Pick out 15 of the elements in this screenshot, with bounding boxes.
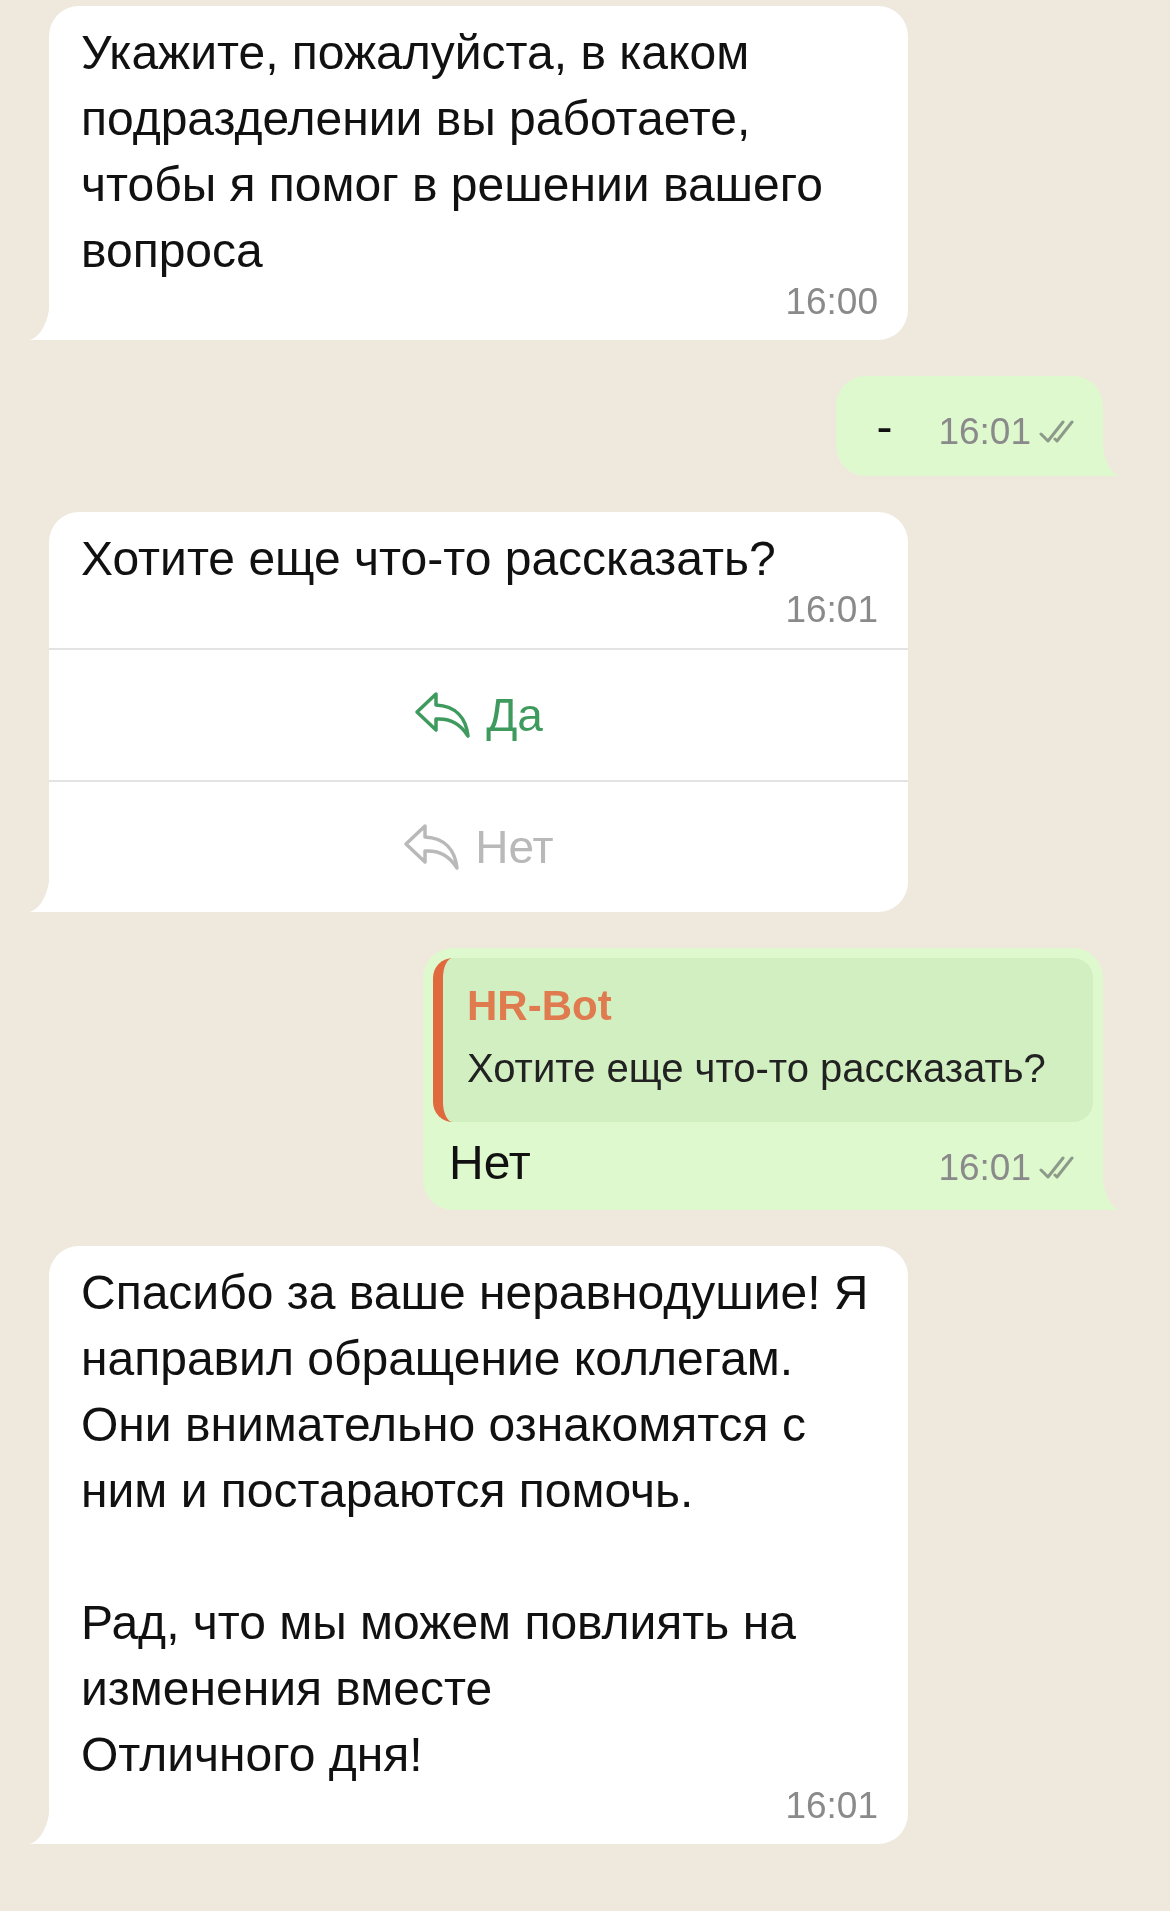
message-text: Хотите еще что-то рассказать?: [81, 532, 776, 585]
message-text: -: [876, 399, 893, 455]
reply-icon: [414, 690, 473, 740]
message-time: 16:01: [938, 1146, 1031, 1190]
message-text: Укажите, пожалуйста, в каком подразделении вы работаете, чтобы я помог в решении вашего вопроса: [81, 26, 823, 277]
message-time: 16:01: [938, 410, 1031, 454]
quote-author: HR-Bot: [467, 981, 613, 1031]
quote-text: Хотите еще что-то рассказать?: [467, 1045, 1047, 1092]
message-time: 16:00: [784, 280, 878, 324]
reply-icon: [403, 822, 462, 872]
message-text: Спасибо за ваше неравнодушие! Я направил обращение коллегам. Они внимательно ознакомятся с ним и постараются помочь. Рад, что мы можем повлиять на изменения вместе Отличного дня!: [81, 1266, 869, 1781]
message-time: 16:01: [784, 1784, 878, 1828]
message-text: Нет: [449, 1135, 531, 1191]
reply-button[interactable]: Да: [49, 650, 908, 780]
message-time: 16:01: [784, 588, 878, 632]
